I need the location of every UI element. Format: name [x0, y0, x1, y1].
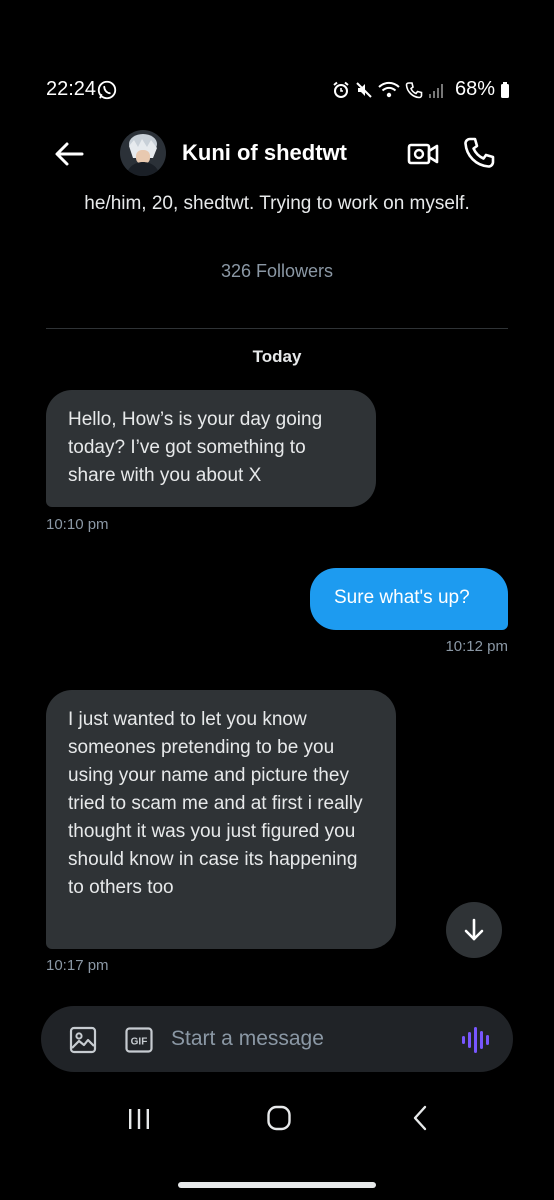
- wifi-icon: [378, 81, 400, 97]
- status-time: 22:24: [46, 78, 97, 100]
- message-timestamp: 10:10 pm: [46, 516, 109, 533]
- signal-icon: [428, 83, 443, 98]
- home-icon[interactable]: [266, 1104, 292, 1132]
- scroll-to-bottom-button[interactable]: [446, 902, 502, 958]
- mute-icon: [356, 81, 372, 98]
- status-icons: 68%: [332, 78, 510, 101]
- display-name[interactable]: Kuni of shedtwt: [182, 140, 347, 166]
- message-timestamp: 10:17 pm: [46, 957, 109, 974]
- nav-back-icon[interactable]: [408, 1104, 432, 1132]
- followers-count[interactable]: 326 Followers: [0, 261, 554, 282]
- message-bubble-incoming[interactable]: Hello, How’s is your day going today? I’…: [46, 390, 376, 507]
- phone-icon[interactable]: [462, 136, 496, 170]
- status-bar: 22:24 68%: [0, 72, 554, 108]
- battery-icon: [501, 81, 509, 98]
- message-timestamp: 10:12 pm: [445, 638, 508, 655]
- message-composer: GIF: [41, 1006, 513, 1072]
- dm-conversation-screen: 22:24 68% Kuni of shedtwt he/him, 20, sh…: [0, 0, 554, 1200]
- avatar[interactable]: [120, 130, 166, 176]
- gif-icon[interactable]: GIF: [125, 1027, 153, 1053]
- conversation-header: Kuni of shedtwt: [0, 126, 554, 182]
- day-separator: Today: [252, 347, 302, 366]
- wifi-call-icon: [405, 81, 423, 98]
- recent-apps-icon[interactable]: [126, 1106, 152, 1132]
- message-bubble-incoming[interactable]: I just wanted to let you know someones p…: [46, 690, 396, 949]
- profile-bio: he/him, 20, shedtwt. Trying to work on m…: [84, 193, 470, 214]
- message-bubble-outgoing[interactable]: Sure what's up?: [310, 568, 508, 630]
- divider: [46, 328, 508, 329]
- alarm-icon: [333, 81, 349, 98]
- image-icon[interactable]: [69, 1026, 97, 1054]
- whatsapp-icon: [97, 80, 117, 100]
- video-call-icon[interactable]: [406, 138, 440, 170]
- back-arrow-icon[interactable]: [52, 138, 88, 170]
- message-input[interactable]: [171, 1022, 431, 1056]
- arrow-down-icon: [464, 918, 484, 941]
- gesture-bar[interactable]: [178, 1182, 376, 1188]
- battery-percent: 68%: [454, 78, 495, 100]
- gif-label: GIF: [131, 1037, 148, 1048]
- voice-message-icon[interactable]: [461, 1026, 491, 1054]
